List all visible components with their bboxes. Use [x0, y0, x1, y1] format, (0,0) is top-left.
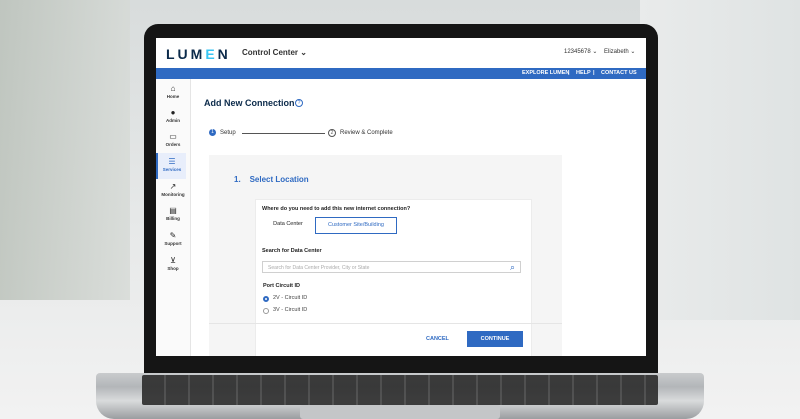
section-title-text: Select Location [249, 175, 309, 184]
section-title: 1. Select Location [234, 175, 309, 184]
divider: | [568, 70, 570, 76]
sidebar-item-label: Home [166, 94, 180, 99]
continue-button[interactable]: CONTINUE [467, 331, 523, 347]
sidebar-item-label: Admin [166, 118, 180, 123]
wrench-icon: ✎ [169, 231, 177, 240]
document-icon: ▤ [169, 206, 177, 215]
port-label: Port Circuit ID [263, 283, 300, 289]
sidebar-item-label: Shop [167, 266, 179, 271]
sidebar-item-billing[interactable]: ▤ Billing [158, 206, 188, 226]
sidebar-item-services[interactable]: ☰ Services [156, 153, 186, 179]
lumen-logo: LUMEN [166, 46, 231, 62]
utility-nav: EXPLORE LUMEN | HELP | CONTACT US [156, 68, 646, 79]
step-1-label: Setup [220, 130, 236, 136]
search-icon[interactable]: ⌕ [510, 262, 515, 272]
chevron-down-icon: ⌄ [300, 48, 307, 57]
link-help[interactable]: HELP [576, 70, 591, 76]
option-customer-site[interactable]: Customer Site/Building [315, 217, 397, 234]
sidebar-item-label: Billing [166, 216, 180, 221]
search-input[interactable]: Search for Data Center Provider, City or… [262, 261, 521, 273]
laptop-keyboard [142, 375, 658, 405]
step-connector [242, 133, 325, 134]
sidebar-item-admin[interactable]: ● Admin [158, 108, 188, 128]
link-contact-us[interactable]: CONTACT US [601, 70, 637, 76]
link-explore-lumen[interactable]: EXPLORE LUMEN [522, 70, 569, 76]
radio-3v[interactable] [263, 308, 269, 314]
radio-2v-label: 2V - Circuit ID [273, 295, 308, 301]
user-name: Elizabeth [604, 49, 629, 55]
chart-icon: ↗ [169, 182, 177, 191]
sidebar-item-support[interactable]: ✎ Support [158, 231, 188, 251]
app-header: LUMEN Control Center ⌄ 12345678 ⌄ Elizab… [156, 38, 646, 69]
list-icon: ☰ [168, 157, 176, 166]
sidebar-item-label: Services [162, 167, 182, 172]
inbox-icon: ▭ [169, 132, 177, 141]
radio-3v-label: 3V - Circuit ID [273, 307, 308, 313]
home-icon: ⌂ [170, 84, 176, 93]
laptop-screen: LUMEN Control Center ⌄ 12345678 ⌄ Elizab… [156, 38, 646, 356]
sidebar-item-label: Support [164, 241, 182, 246]
search-label: Search for Data Center [262, 248, 322, 254]
radio-2v[interactable] [263, 296, 269, 302]
option-data-center[interactable]: Data Center [262, 217, 314, 232]
user-icon: ● [170, 108, 176, 117]
laptop-trackpad [300, 405, 500, 419]
user-menu[interactable]: Elizabeth ⌄ [604, 48, 635, 55]
step-2-label: Review & Complete [340, 130, 393, 136]
sidebar-item-shop[interactable]: ⊻ Shop [158, 256, 188, 276]
app-switcher[interactable]: Control Center ⌄ [242, 48, 307, 57]
divider: | [593, 70, 595, 76]
chevron-down-icon: ⌄ [630, 49, 636, 55]
cart-icon: ⊻ [170, 256, 176, 265]
sidebar-item-label: Orders [165, 142, 181, 147]
background-right [640, 0, 800, 320]
page-title: Add New Connection [204, 98, 295, 108]
background-left [0, 0, 130, 300]
app-name: Control Center [242, 48, 298, 57]
sidebar-item-label: Monitoring [161, 192, 185, 197]
account-number: 12345678 [564, 49, 591, 55]
sidebar: ⌂ Home ● Admin ▭ Orders ☰ Services ↗ Mon… [156, 79, 191, 356]
sidebar-item-monitoring[interactable]: ↗ Monitoring [158, 182, 188, 202]
cancel-button[interactable]: CANCEL [426, 336, 449, 342]
chevron-down-icon: ⌄ [592, 49, 598, 55]
section-number: 1. [234, 175, 241, 184]
step-2-indicator: 2 [328, 129, 336, 137]
sidebar-item-orders[interactable]: ▭ Orders [158, 132, 188, 152]
sidebar-item-home[interactable]: ⌂ Home [158, 84, 188, 104]
location-question: Where do you need to add this new intern… [262, 206, 411, 212]
help-icon[interactable]: ? [295, 99, 303, 107]
form-footer-divider [209, 323, 562, 324]
step-1-indicator: 1 [209, 129, 216, 136]
account-dropdown[interactable]: 12345678 ⌄ [564, 48, 597, 55]
